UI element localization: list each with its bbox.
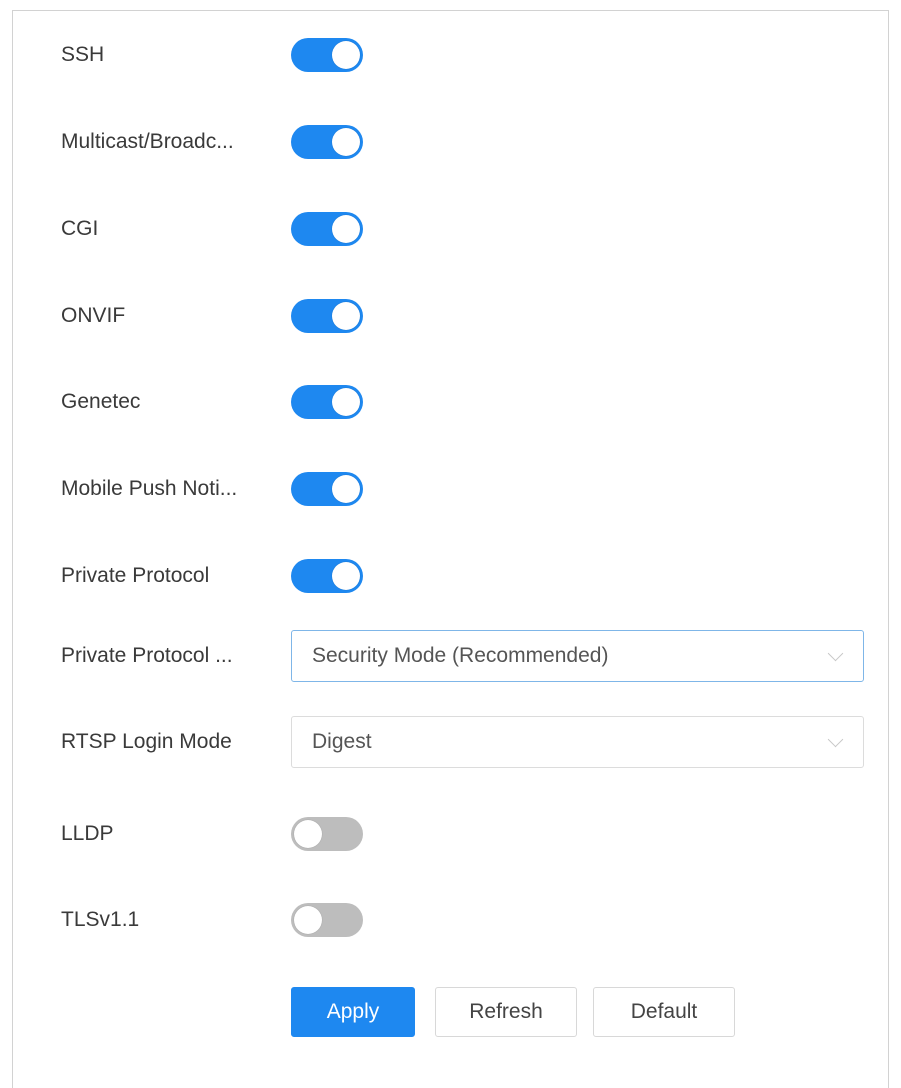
- toggle-knob: [332, 215, 360, 243]
- setting-row-private-protocol: Private Protocol: [13, 546, 890, 606]
- setting-row-tlsv1-1: TLSv1.1: [13, 890, 890, 950]
- chevron-down-icon: [827, 645, 844, 662]
- ssh-toggle[interactable]: [291, 38, 363, 72]
- mobile-push-notification-label: Mobile Push Noti...: [61, 477, 238, 500]
- apply-button[interactable]: Apply: [291, 987, 415, 1037]
- setting-row-genetec: Genetec: [13, 372, 890, 432]
- toggle-knob: [332, 388, 360, 416]
- tlsv1-1-toggle[interactable]: [291, 903, 363, 937]
- toggle-knob: [332, 562, 360, 590]
- tlsv1-1-label: TLSv1.1: [61, 908, 140, 931]
- multicast-broadcast-toggle[interactable]: [291, 125, 363, 159]
- refresh-button[interactable]: Refresh: [435, 987, 577, 1037]
- cgi-toggle[interactable]: [291, 212, 363, 246]
- cgi-label: CGI: [61, 217, 99, 240]
- private-protocol-mode-label: Private Protocol ...: [61, 644, 233, 667]
- chevron-down-icon: [827, 731, 844, 748]
- toggle-knob: [332, 475, 360, 503]
- genetec-toggle[interactable]: [291, 385, 363, 419]
- private-protocol-toggle[interactable]: [291, 559, 363, 593]
- setting-row-ssh: SSH: [13, 25, 890, 85]
- settings-panel: SSH Multicast/Broadc... CGI ONVIF Genete…: [12, 10, 889, 1088]
- rtsp-login-mode-label: RTSP Login Mode: [61, 730, 232, 753]
- setting-row-rtsp-login-mode: RTSP Login Mode Digest: [13, 712, 890, 772]
- onvif-label: ONVIF: [61, 304, 126, 327]
- toggle-knob: [294, 906, 322, 934]
- rtsp-login-mode-value: Digest: [312, 730, 372, 753]
- setting-row-onvif: ONVIF: [13, 286, 890, 346]
- toggle-knob: [332, 302, 360, 330]
- setting-row-lldp: LLDP: [13, 804, 890, 864]
- default-button[interactable]: Default: [593, 987, 735, 1037]
- private-protocol-mode-select[interactable]: Security Mode (Recommended): [291, 630, 864, 682]
- setting-row-mobile-push-notification: Mobile Push Noti...: [13, 459, 890, 519]
- lldp-toggle[interactable]: [291, 817, 363, 851]
- mobile-push-notification-toggle[interactable]: [291, 472, 363, 506]
- cropped-caption: [0, 0, 901, 10]
- toggle-knob: [294, 820, 322, 848]
- toggle-knob: [332, 41, 360, 69]
- onvif-toggle[interactable]: [291, 299, 363, 333]
- ssh-label: SSH: [61, 43, 105, 66]
- private-protocol-mode-value: Security Mode (Recommended): [312, 644, 609, 667]
- rtsp-login-mode-select[interactable]: Digest: [291, 716, 864, 768]
- private-protocol-label: Private Protocol: [61, 564, 210, 587]
- setting-row-multicast-broadcast: Multicast/Broadc...: [13, 112, 890, 172]
- lldp-label: LLDP: [61, 822, 114, 845]
- setting-row-private-protocol-mode: Private Protocol ... Security Mode (Reco…: [13, 626, 890, 686]
- setting-row-cgi: CGI: [13, 199, 890, 259]
- toggle-knob: [332, 128, 360, 156]
- multicast-broadcast-label: Multicast/Broadc...: [61, 130, 234, 153]
- genetec-label: Genetec: [61, 390, 141, 413]
